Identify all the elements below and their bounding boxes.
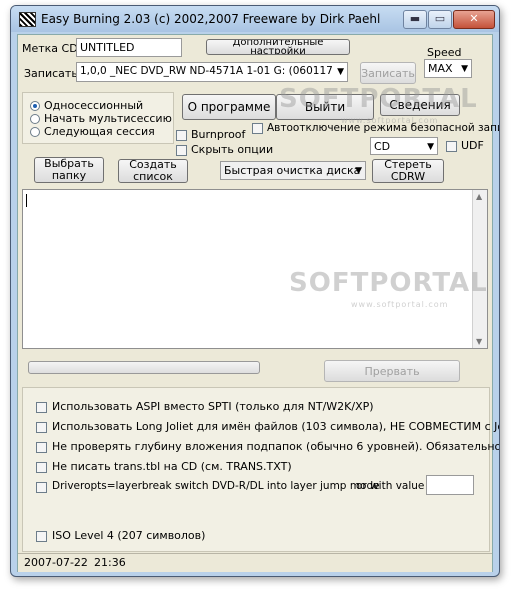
erase-button[interactable]: Стереть CDRW [372, 159, 444, 183]
iso-level-label: ISO Level 4 (207 символов) [52, 529, 206, 542]
no-depth-check-checkbox[interactable] [36, 442, 47, 453]
cd-label-value: UNTITLED [80, 41, 135, 54]
long-joliet-checkbox[interactable] [36, 422, 47, 433]
about-button[interactable]: О программе [182, 94, 276, 120]
layerbreak-checkbox[interactable] [36, 482, 47, 493]
aspi-checkbox[interactable] [36, 402, 47, 413]
select-folder-button[interactable]: Выбрать папку [34, 157, 104, 183]
no-depth-check-label: Не проверять глубину вложения подпапок (… [52, 440, 500, 453]
write-button[interactable]: Записать [360, 62, 416, 84]
scroll-down-icon[interactable]: ▼ [476, 337, 482, 346]
watermark-url: www.softportal.com [341, 116, 439, 125]
select-folder-label: Выбрать папку [44, 157, 94, 182]
progress-bar [28, 361, 260, 374]
watermark-logo: SOFTPORTAL [279, 84, 478, 114]
cd-label-input[interactable]: UNTITLED [76, 38, 182, 57]
scroll-up-icon[interactable]: ▲ [476, 192, 482, 201]
cd-label-caption: Метка CD [22, 42, 78, 55]
layerbreak-value-input[interactable] [426, 475, 474, 495]
app-window: Easy Burning 2.03 (c) 2002,2007 Freeware… [10, 5, 500, 577]
minimize-icon: ▬ [409, 12, 421, 25]
watermark-url-2: www.softportal.com [351, 300, 449, 309]
auto-off-checkbox[interactable] [252, 123, 263, 134]
text-cursor [26, 194, 27, 207]
erase-mode-value: Быстрая очистка диска [224, 164, 361, 177]
minimize-button[interactable]: ▬ [403, 10, 427, 29]
status-bar: 2007-07-22 21:36 [18, 553, 492, 572]
burnproof-label: Burnproof [191, 128, 246, 141]
hide-options-checkbox[interactable] [176, 145, 187, 156]
single-session-label: Односессионный [44, 99, 144, 112]
media-select[interactable]: CD ▼ [370, 137, 438, 155]
radio-start-multisession[interactable] [30, 114, 40, 124]
udf-label: UDF [461, 139, 484, 152]
erase-mode-select[interactable]: Быстрая очистка диска ▼ [220, 161, 366, 180]
erase-label: Стереть CDRW [384, 158, 432, 183]
radio-next-session[interactable] [30, 127, 40, 137]
status-time: 21:36 [94, 556, 126, 569]
status-date: 2007-07-22 [24, 556, 88, 569]
radio-single-session[interactable] [30, 101, 40, 111]
next-session-label: Следующая сессия [44, 125, 155, 138]
about-label: О программе [187, 99, 271, 114]
aspi-label: Использовать ASPI вместо SPTI (только дл… [52, 400, 374, 413]
start-multisession-label: Начать мультисессию [44, 112, 172, 125]
close-icon: ✕ [469, 12, 479, 25]
iso-level-checkbox[interactable] [36, 531, 47, 542]
write-button-label: Записать [361, 66, 415, 80]
media-value: CD [374, 140, 391, 153]
create-list-label: Создать список [129, 158, 177, 183]
maximize-icon: ▭ [434, 12, 446, 25]
maximize-button[interactable]: ▭ [428, 10, 452, 29]
drive-select[interactable]: 1,0,0 _NEC DVD_RW ND-4571A 1-01 G: (0601… [76, 62, 348, 82]
create-list-button[interactable]: Создать список [118, 159, 188, 183]
watermark-logo-2: SOFTPORTAL [289, 268, 488, 298]
extra-settings-button[interactable]: Дополнительные настройки [206, 39, 350, 55]
close-button[interactable]: ✕ [453, 10, 495, 29]
long-joliet-label: Использовать Long Joliet для имён файлов… [52, 420, 500, 433]
or-with-value-label: or with value [356, 480, 425, 492]
window-title: Easy Burning 2.03 (c) 2002,2007 Freeware… [41, 12, 381, 26]
drive-value: 1,0,0 _NEC DVD_RW ND-4571A 1-01 G: (0601… [80, 65, 333, 77]
write-caption: Записать [24, 67, 78, 80]
chevron-down-icon: ▼ [355, 166, 362, 176]
speed-select[interactable]: MAX ▼ [424, 59, 472, 78]
no-trans-tbl-label: Не писать trans.tbl на CD (см. TRANS.TXT… [52, 460, 292, 473]
chevron-down-icon: ▼ [337, 67, 344, 77]
layerbreak-label: Driveropts=layerbreak switch DVD-R/DL in… [52, 480, 380, 492]
abort-button[interactable]: Прервать [324, 360, 460, 382]
abort-label: Прервать [364, 364, 420, 378]
app-icon [19, 12, 36, 27]
chevron-down-icon: ▼ [427, 142, 434, 152]
extra-settings-label: Дополнительные настройки [232, 39, 324, 55]
no-trans-tbl-checkbox[interactable] [36, 462, 47, 473]
speed-caption: Speed [427, 46, 462, 59]
title-bar[interactable]: Easy Burning 2.03 (c) 2002,2007 Freeware… [11, 6, 499, 32]
hide-options-label: Скрыть опции [191, 143, 274, 156]
speed-value: MAX [428, 62, 453, 75]
burnproof-checkbox[interactable] [176, 130, 187, 141]
chevron-down-icon: ▼ [461, 64, 468, 74]
udf-checkbox[interactable] [446, 141, 457, 152]
